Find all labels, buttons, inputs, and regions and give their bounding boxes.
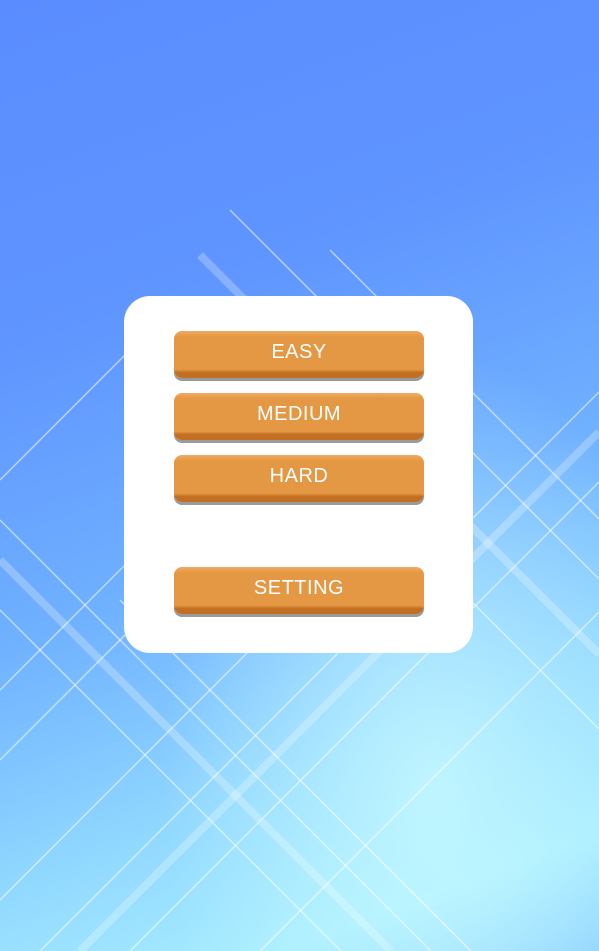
medium-button[interactable]: MEDIUM [174, 393, 424, 440]
difficulty-menu-panel: EASY MEDIUM HARD SETTING [124, 296, 473, 653]
hard-button[interactable]: HARD [174, 455, 424, 502]
game-screen: EASY MEDIUM HARD SETTING [0, 0, 599, 951]
easy-button[interactable]: EASY [174, 331, 424, 378]
setting-button[interactable]: SETTING [174, 567, 424, 614]
